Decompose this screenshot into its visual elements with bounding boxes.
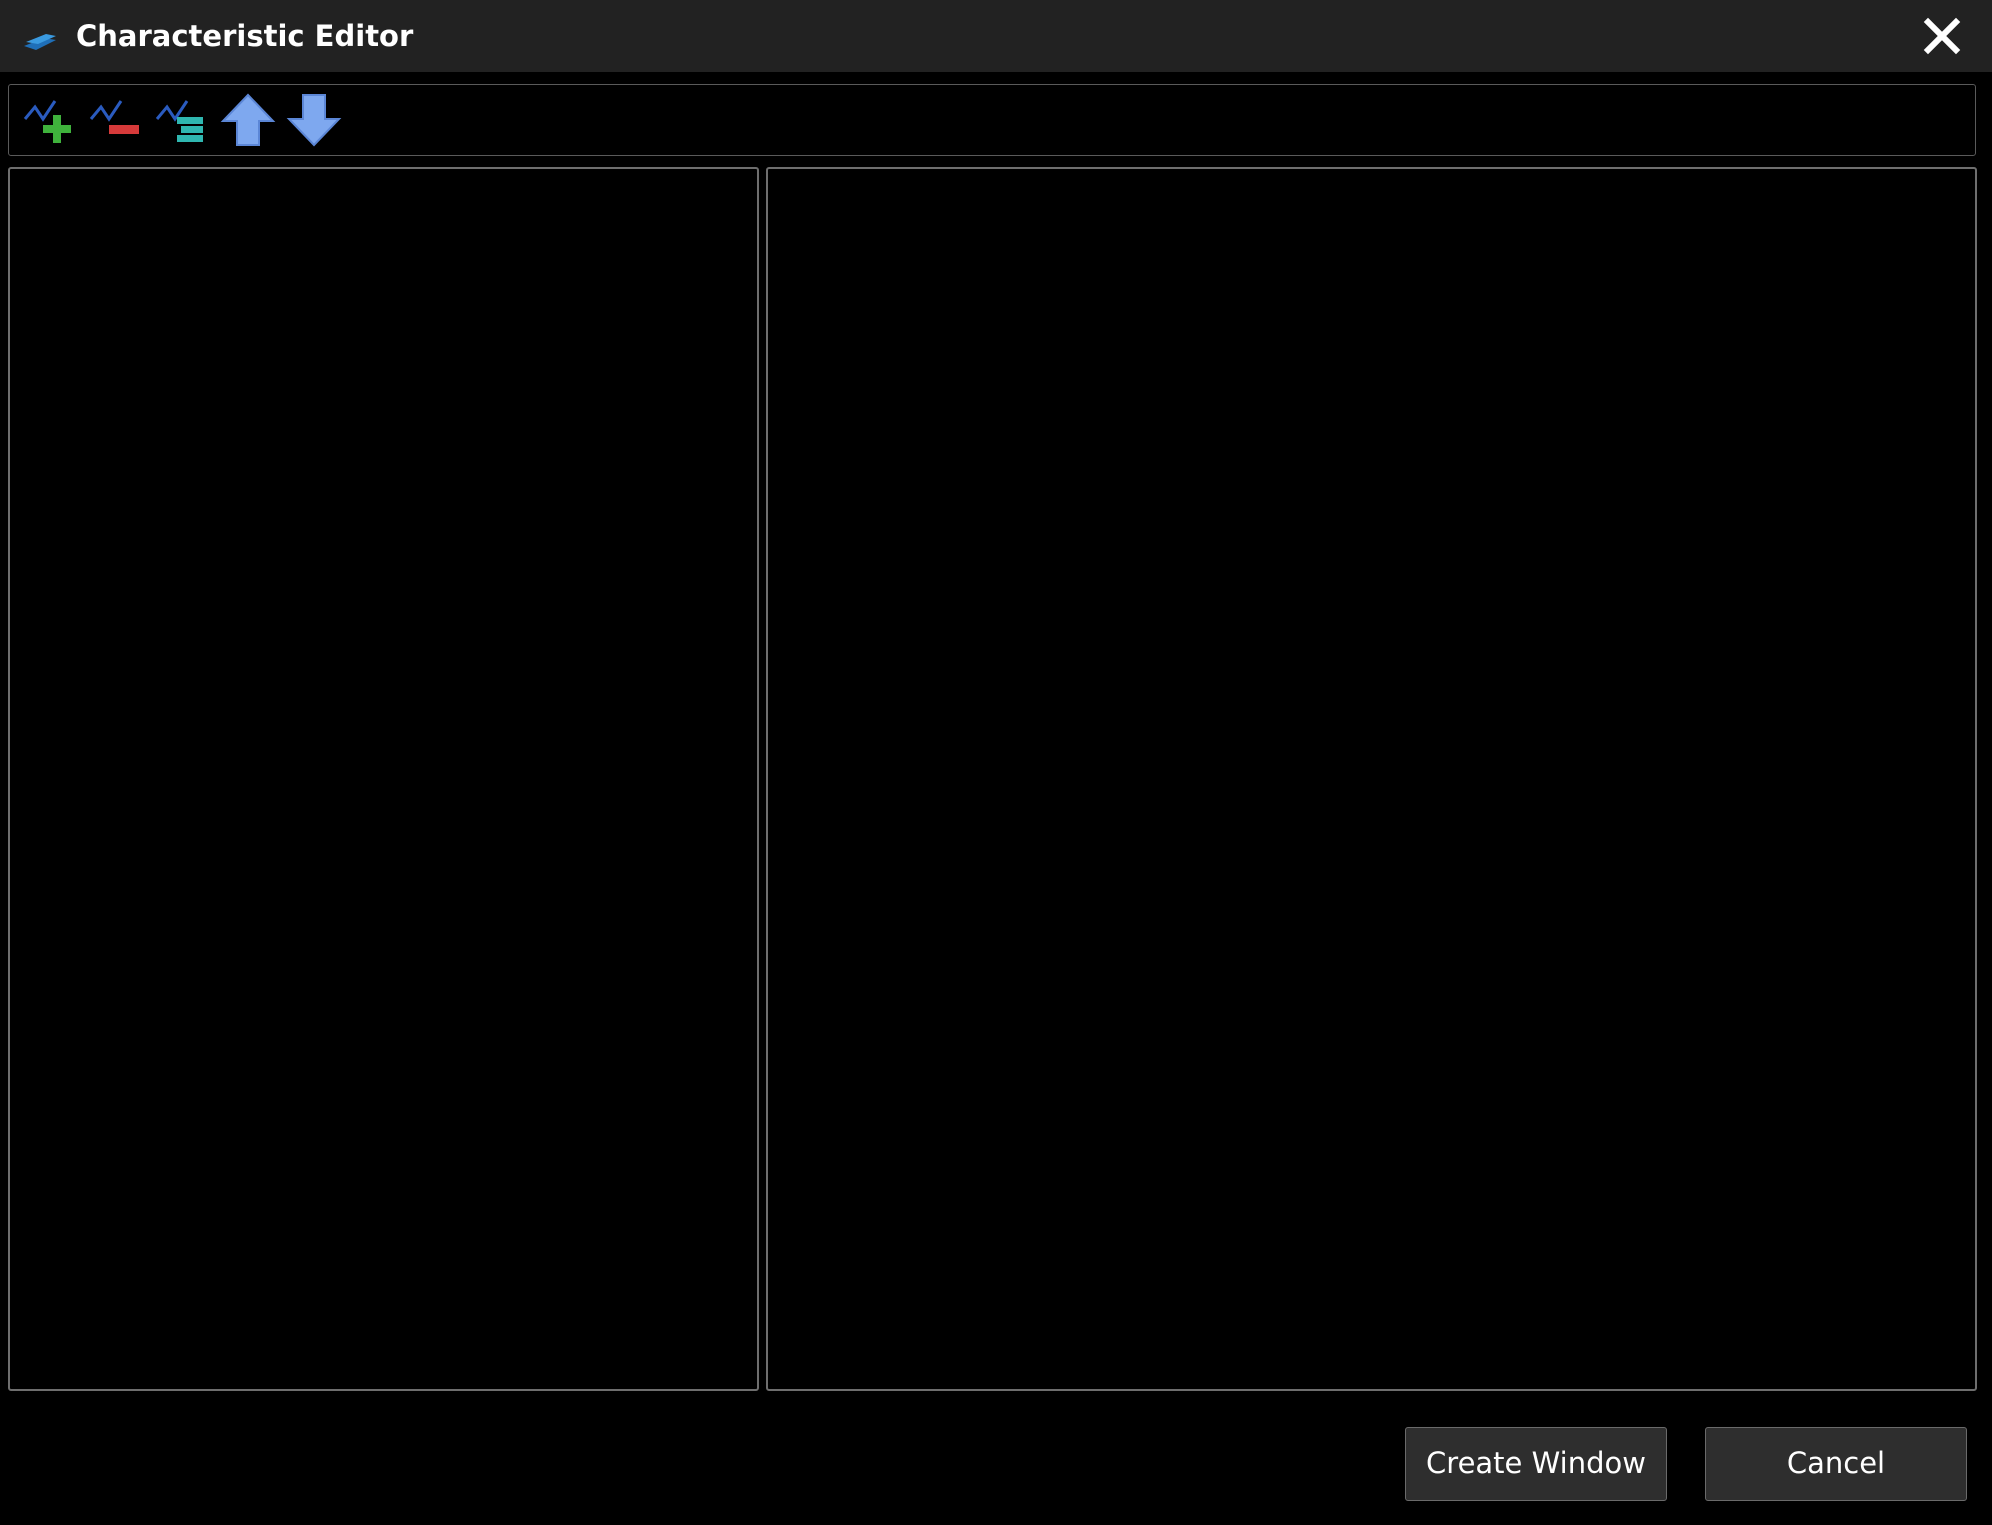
characteristics-list-panel[interactable] [8,167,759,1391]
window-title: Characteristic Editor [76,19,414,53]
add-characteristic-icon[interactable] [21,91,79,149]
characteristic-properties-panel[interactable] [766,167,1977,1391]
toolbar [8,84,1976,156]
edit-characteristic-icon[interactable] [153,91,211,149]
move-up-icon[interactable] [219,91,277,149]
remove-characteristic-icon[interactable] [87,91,145,149]
close-icon[interactable] [1920,14,1964,58]
cancel-button[interactable]: Cancel [1705,1427,1967,1501]
characteristic-editor-window: Characteristic Editor Create Window Canc… [0,0,1992,1525]
title-bar[interactable]: Characteristic Editor [0,0,1992,72]
layers-icon [24,34,56,50]
move-down-icon[interactable] [285,91,343,149]
create-window-button[interactable]: Create Window [1405,1427,1667,1501]
